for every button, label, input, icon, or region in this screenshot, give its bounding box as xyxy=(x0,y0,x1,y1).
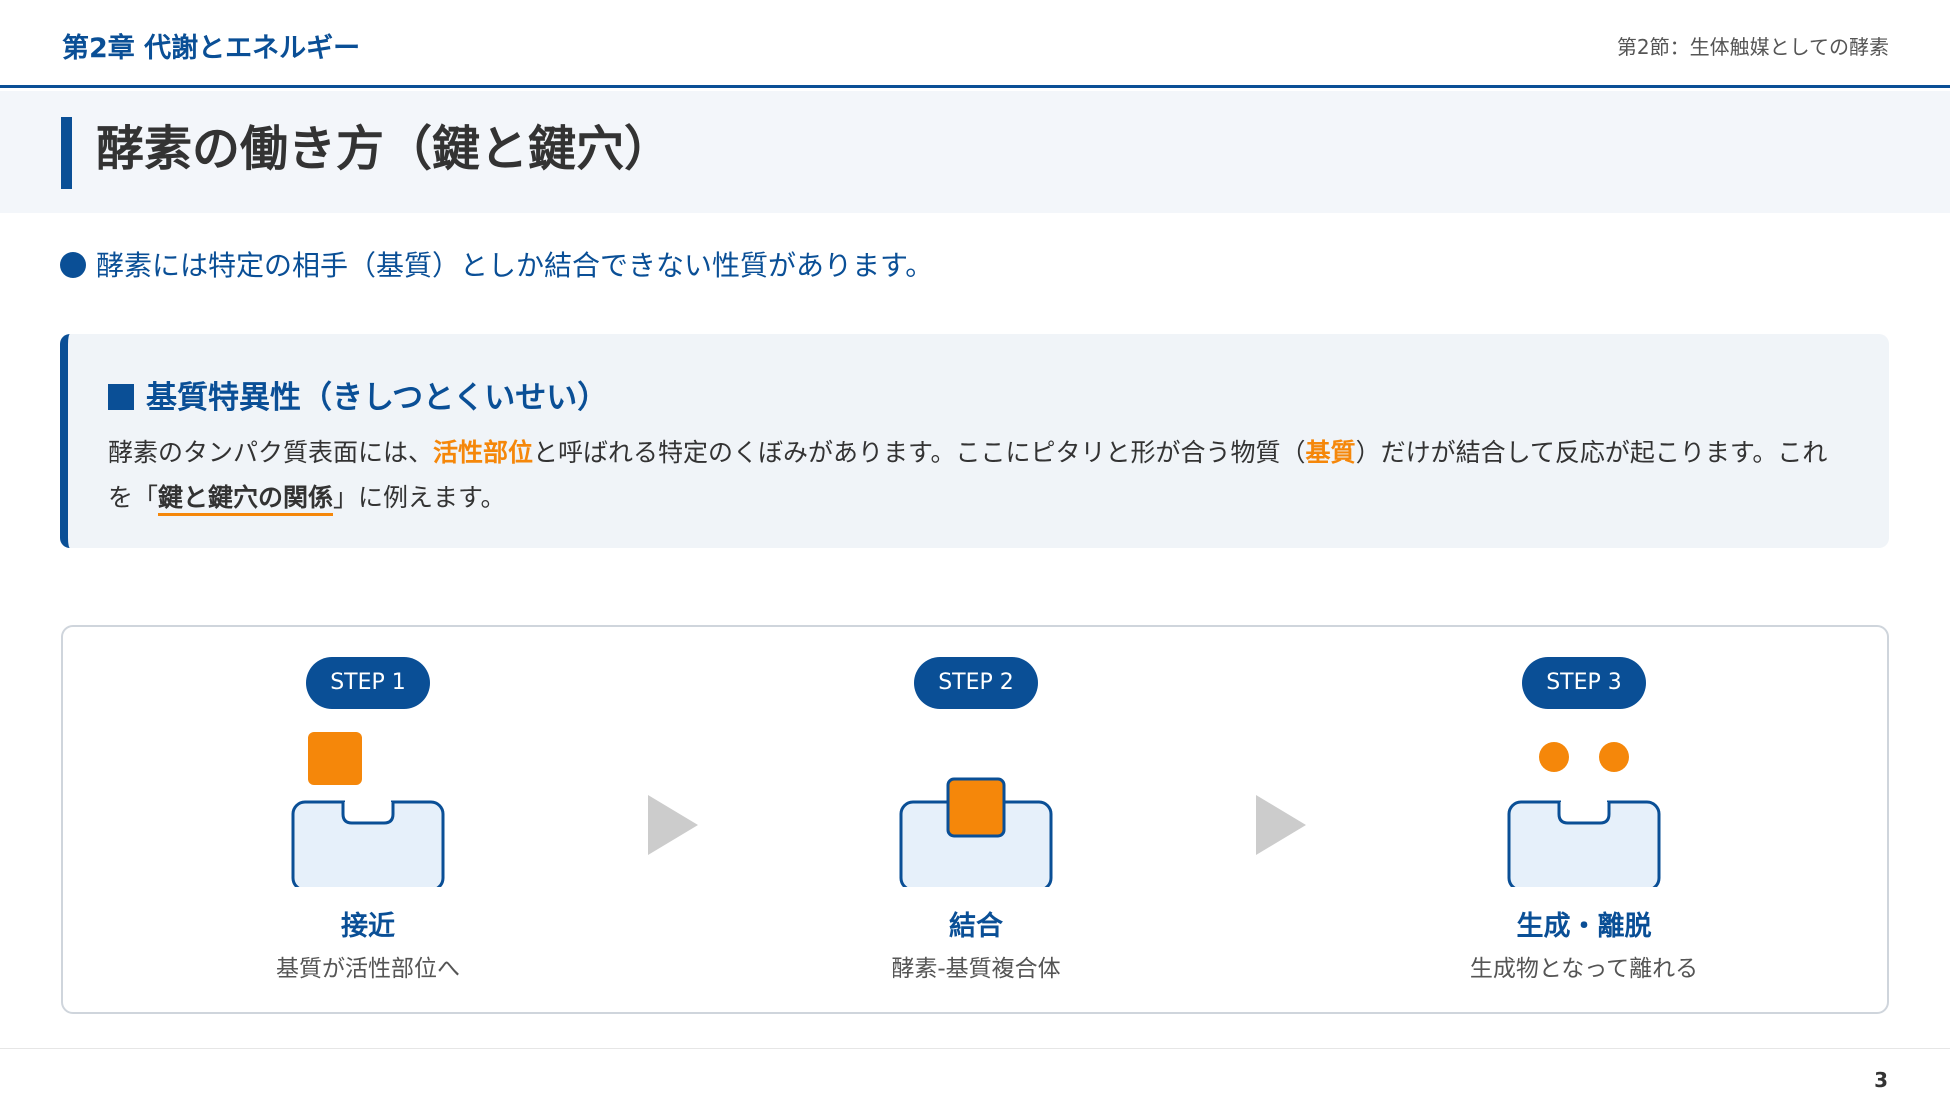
arrow-icon xyxy=(1256,795,1306,855)
chapter-title: 第2章 代謝とエネルギー xyxy=(62,33,361,64)
info-text-part-4: 」に例えます。 xyxy=(333,483,506,512)
step-1-label: 接近 xyxy=(341,911,395,942)
substrate-highlight: 基質 xyxy=(1305,438,1356,467)
lock-and-key-phrase: 鍵と鍵穴の関係 xyxy=(158,483,334,516)
page-title: 酵素の働き方（鍵と鍵穴） xyxy=(96,121,673,177)
bound-substrate xyxy=(946,777,1006,838)
active-site-pocket xyxy=(1557,802,1611,825)
steps-diagram: STEP 1 接近 基質が活性部位へ STEP 2 結合 酵素-基質複合体 ST… xyxy=(61,625,1889,1014)
title-accent-bar xyxy=(61,117,72,189)
info-heading: 基質特異性（きしつとくいせい） xyxy=(108,372,608,417)
substrate-shape xyxy=(308,732,362,785)
slide-header: 第2章 代謝とエネルギー 第2節：生体触媒としての酵素 xyxy=(0,0,1950,88)
step-3-description: 生成物となって離れる xyxy=(1469,956,1699,982)
substrate-specificity-box: 基質特異性（きしつとくいせい） 酵素のタンパク質表面には、活性部位と呼ばれる特定… xyxy=(60,334,1889,548)
info-body: 酵素のタンパク質表面には、活性部位と呼ばれる特定のくぼみがあります。ここにピタリ… xyxy=(108,430,1848,520)
square-marker-icon xyxy=(108,384,134,410)
bullet-circle-icon xyxy=(60,252,86,278)
footer-divider xyxy=(0,1048,1950,1049)
lead-statement: 酵素には特定の相手（基質）としか結合できない性質があります。 xyxy=(60,244,933,284)
product-particle xyxy=(1539,742,1569,772)
step-2-badge: STEP 2 xyxy=(914,657,1038,709)
page-number: 3 xyxy=(1874,1068,1888,1092)
step-3-badge: STEP 3 xyxy=(1522,657,1646,709)
step-2-label: 結合 xyxy=(949,911,1003,942)
approach-illustration xyxy=(291,732,445,887)
section-title: 第2節：生体触媒としての酵素 xyxy=(1616,35,1889,59)
step-1-badge: STEP 1 xyxy=(306,657,430,709)
step-3-label: 生成・離脱 xyxy=(1516,911,1652,942)
binding-illustration xyxy=(899,777,1053,887)
info-heading-text: 基質特異性（きしつとくいせい） xyxy=(146,380,609,416)
release-illustration xyxy=(1507,742,1661,887)
active-site-pocket xyxy=(341,802,395,825)
product-particle xyxy=(1599,742,1629,772)
title-band: 酵素の働き方（鍵と鍵穴） xyxy=(0,91,1950,213)
step-1-description: 基質が活性部位へ xyxy=(276,956,460,982)
arrow-icon xyxy=(648,795,698,855)
step-2-description: 酵素-基質複合体 xyxy=(891,956,1061,982)
lead-text: 酵素には特定の相手（基質）としか結合できない性質があります。 xyxy=(96,249,934,282)
step-2: STEP 2 結合 酵素-基質複合体 xyxy=(796,657,1156,997)
step-3: STEP 3 生成・離脱 生成物となって離れる xyxy=(1404,657,1764,997)
step-1: STEP 1 接近 基質が活性部位へ xyxy=(188,657,548,997)
info-text-part-2: と呼ばれる特定のくぼみがあります。ここにピタリと形が合う物質（ xyxy=(533,438,1306,467)
active-site-highlight: 活性部位 xyxy=(433,438,534,467)
info-text-part-1: 酵素のタンパク質表面には、 xyxy=(108,438,434,467)
